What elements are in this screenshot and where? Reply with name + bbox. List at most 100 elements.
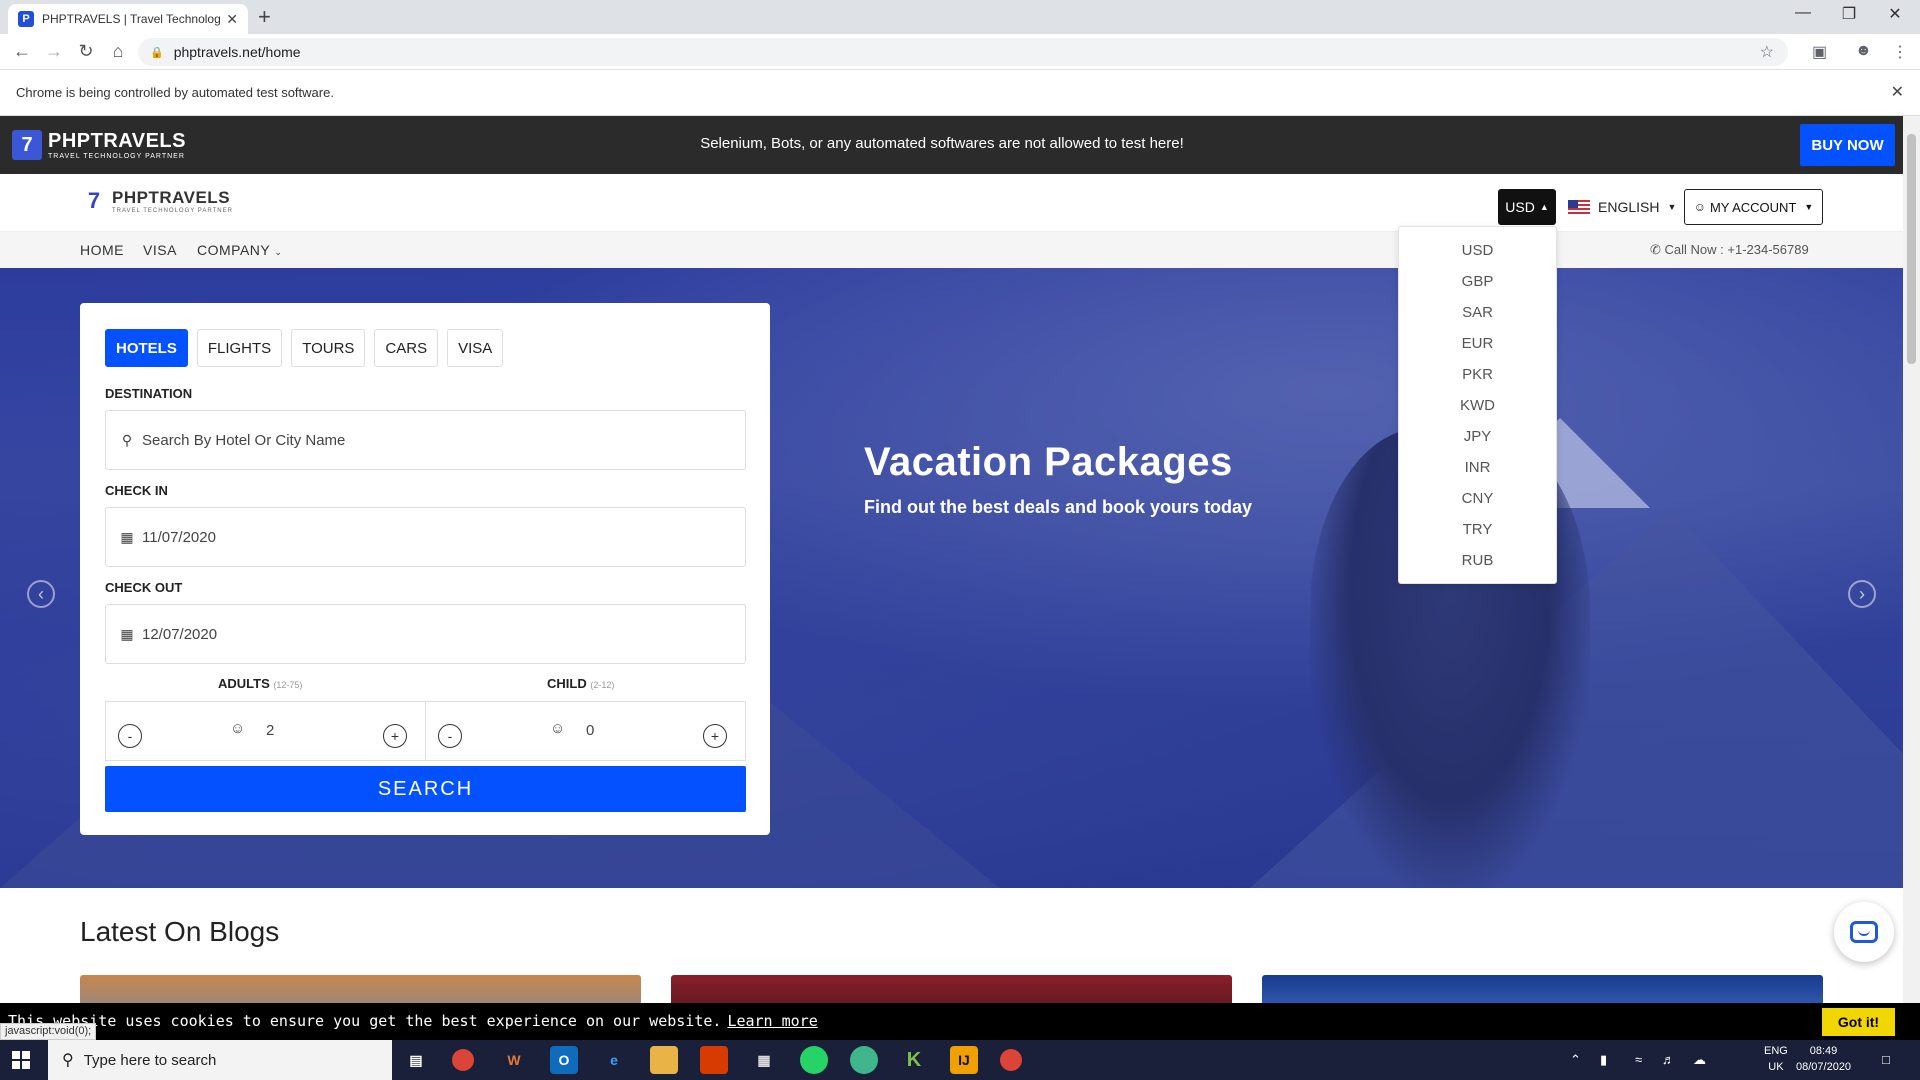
infobar-close-icon[interactable]: ✕ bbox=[1891, 70, 1904, 116]
edge-icon[interactable]: e bbox=[600, 1046, 628, 1074]
forward-icon[interactable]: → bbox=[42, 41, 66, 61]
tab-visa[interactable]: VISA bbox=[447, 329, 504, 367]
currency-option[interactable]: USD bbox=[1399, 235, 1556, 266]
tab-flights[interactable]: FLIGHTS bbox=[196, 329, 283, 367]
checkout-label: CHECK OUT bbox=[105, 580, 183, 595]
volume-icon[interactable]: ♬ bbox=[1662, 1052, 1675, 1067]
input-language[interactable]: ENG UK bbox=[1764, 1043, 1788, 1075]
child-minus-button[interactable]: - bbox=[438, 724, 462, 748]
reload-icon[interactable]: ↻ bbox=[74, 41, 98, 61]
scrollbar-thumb[interactable] bbox=[1907, 134, 1916, 364]
tab-cars[interactable]: CARS bbox=[374, 329, 439, 367]
nav-item-home[interactable]: HOME bbox=[80, 242, 124, 258]
page-scrollbar[interactable] bbox=[1903, 116, 1920, 1040]
currency-option[interactable]: SAR bbox=[1399, 297, 1556, 328]
currency-option[interactable]: KWD bbox=[1399, 390, 1556, 421]
slider-prev-icon[interactable]: ‹ bbox=[27, 580, 55, 608]
calendar-icon: ▦ bbox=[120, 528, 134, 545]
network-app-icon[interactable] bbox=[850, 1046, 878, 1074]
call-now[interactable]: ✆ Call Now : +1-234-56789 bbox=[1650, 242, 1809, 258]
task-view-icon[interactable]: ▤ bbox=[402, 1046, 430, 1074]
menu-dots-icon[interactable]: ⋮ bbox=[1892, 42, 1908, 62]
wps-icon[interactable]: W bbox=[500, 1046, 528, 1074]
language-selector[interactable]: ENGLISH ▼ bbox=[1568, 192, 1676, 222]
address-bar[interactable]: 🔒 phptravels.net/home ☆ bbox=[138, 38, 1788, 66]
caret-down-icon: ▼ bbox=[1804, 202, 1814, 212]
currency-button[interactable]: USD ▲ bbox=[1498, 189, 1556, 225]
blogs-heading: Latest On Blogs bbox=[80, 916, 280, 947]
battery-icon[interactable]: ▮ bbox=[1600, 1052, 1607, 1068]
currency-label: USD bbox=[1505, 199, 1535, 215]
clock-time: 08:49 bbox=[1809, 1045, 1838, 1057]
child-count[interactable]: 0 bbox=[586, 722, 594, 739]
browser-tab[interactable]: P PHPTRAVELS | Travel Technology ✕ bbox=[8, 4, 248, 34]
currency-option[interactable]: RUB bbox=[1399, 545, 1556, 576]
nav-item-company[interactable]: COMPANY ⌄ bbox=[197, 242, 282, 258]
tab-tours[interactable]: TOURS bbox=[291, 329, 366, 367]
chat-bubble-icon bbox=[1850, 921, 1878, 943]
tab-hotels[interactable]: HOTELS bbox=[105, 329, 188, 367]
onedrive-icon[interactable]: ☁ bbox=[1693, 1052, 1706, 1068]
cookie-bar: This website uses cookies to ensure you … bbox=[0, 1003, 1920, 1040]
restore-icon[interactable]: ❐ bbox=[1826, 4, 1872, 24]
my-account-label: MY ACCOUNT bbox=[1709, 199, 1797, 215]
currency-option[interactable]: INR bbox=[1399, 452, 1556, 483]
child-plus-button[interactable]: + bbox=[703, 724, 727, 748]
checkout-input[interactable]: ▦ 12/07/2020 bbox=[105, 604, 746, 664]
main-nav: HOME VISA COMPANY ⌄ ✆ Call Now : +1-234-… bbox=[0, 232, 1903, 268]
calculator-icon[interactable]: ▦ bbox=[750, 1046, 778, 1074]
cookie-got-it-button[interactable]: Got it! bbox=[1822, 1008, 1895, 1036]
currency-option[interactable]: EUR bbox=[1399, 328, 1556, 359]
nav-item-visa[interactable]: VISA bbox=[143, 242, 177, 258]
learn-more-link[interactable]: Learn more bbox=[727, 1012, 817, 1030]
site-logo[interactable]: 7 PHPTRAVELS TRAVEL TECHNOLOGY PARTNER bbox=[82, 188, 233, 214]
bookmark-star-icon[interactable]: ☆ bbox=[1760, 42, 1774, 62]
wifi-icon[interactable]: ≈ bbox=[1635, 1052, 1642, 1067]
currency-option[interactable]: CNY bbox=[1399, 483, 1556, 514]
checkin-input[interactable]: ▦ 11/07/2020 bbox=[105, 507, 746, 567]
office-icon[interactable] bbox=[700, 1046, 728, 1074]
search-button[interactable]: SEARCH bbox=[105, 766, 746, 812]
language-label: ENGLISH bbox=[1598, 199, 1660, 215]
new-tab-icon[interactable]: + bbox=[258, 6, 271, 28]
kotlin-app-icon[interactable]: K bbox=[900, 1046, 928, 1074]
tray-chevron-icon[interactable]: ⌃ bbox=[1570, 1052, 1581, 1068]
file-explorer-icon[interactable] bbox=[650, 1046, 678, 1074]
whatsapp-icon[interactable] bbox=[800, 1046, 828, 1074]
minimize-icon[interactable]: — bbox=[1780, 4, 1826, 22]
screen: P PHPTRAVELS | Travel Technology ✕ + — ❐… bbox=[0, 0, 1920, 1080]
back-icon[interactable]: ← bbox=[10, 41, 34, 61]
destination-label: DESTINATION bbox=[105, 386, 193, 401]
tab-close-icon[interactable]: ✕ bbox=[226, 11, 238, 28]
system-clock[interactable]: 08:49 08/07/2020 bbox=[1796, 1043, 1851, 1075]
currency-option[interactable]: GBP bbox=[1399, 266, 1556, 297]
chrome-active-icon[interactable] bbox=[1000, 1049, 1022, 1071]
taskbar-search[interactable]: ⚲ Type here to search bbox=[48, 1040, 392, 1080]
checkin-label: CHECK IN bbox=[105, 483, 168, 498]
taskbar-search-placeholder: Type here to search bbox=[83, 1051, 217, 1069]
my-account-button[interactable]: ☺ MY ACCOUNT ▼ bbox=[1684, 189, 1823, 225]
chat-widget-button[interactable] bbox=[1834, 902, 1894, 962]
currency-option[interactable]: JPY bbox=[1399, 421, 1556, 452]
destination-input[interactable]: ⚲ Search By Hotel Or City Name bbox=[105, 410, 746, 470]
currency-dropdown: USD GBP SAR EUR PKR KWD JPY INR CNY TRY … bbox=[1398, 226, 1557, 584]
ide-icon[interactable]: IJ bbox=[950, 1046, 978, 1074]
adults-minus-button[interactable]: - bbox=[118, 724, 142, 748]
chrome-icon[interactable] bbox=[452, 1049, 474, 1071]
profile-icon[interactable]: ☻ bbox=[1855, 42, 1872, 60]
slider-next-icon[interactable]: › bbox=[1848, 580, 1876, 608]
notification-icon[interactable]: □ bbox=[1882, 1052, 1890, 1067]
outlook-icon[interactable]: O bbox=[550, 1046, 578, 1074]
caret-up-icon: ▲ bbox=[1539, 202, 1549, 212]
adults-plus-button[interactable]: + bbox=[383, 724, 407, 748]
adults-count[interactable]: 2 bbox=[266, 722, 274, 739]
currency-option[interactable]: TRY bbox=[1399, 514, 1556, 545]
extension-icon[interactable]: ▣ bbox=[1812, 42, 1827, 62]
call-now-text: Call Now : +1-234-56789 bbox=[1664, 242, 1809, 257]
window-close-icon[interactable]: ✕ bbox=[1872, 4, 1918, 24]
windows-start-icon[interactable] bbox=[12, 1051, 30, 1069]
currency-option[interactable]: PKR bbox=[1399, 359, 1556, 390]
browser-tabstrip: P PHPTRAVELS | Travel Technology ✕ + — ❐… bbox=[0, 0, 1920, 34]
buy-now-button[interactable]: BUY NOW bbox=[1800, 124, 1895, 166]
home-icon[interactable]: ⌂ bbox=[106, 41, 130, 61]
